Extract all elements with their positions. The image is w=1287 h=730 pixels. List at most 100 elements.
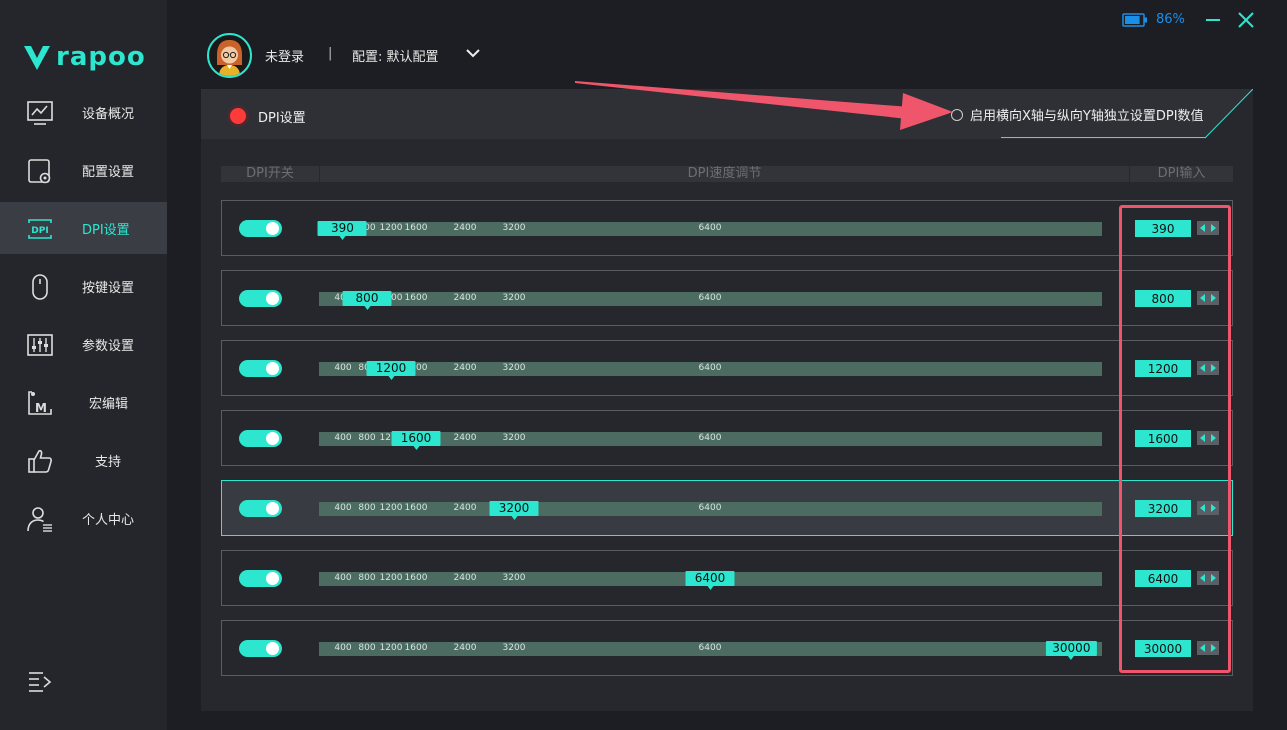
dpi-slider-track[interactable]: 400800120016002400320064006400 [319, 571, 1102, 590]
decrement-arrow-icon[interactable] [1200, 434, 1205, 442]
decrement-arrow-icon[interactable] [1200, 574, 1205, 582]
increment-arrow-icon[interactable] [1211, 294, 1216, 302]
sidebar-item-label: 按键设置 [82, 281, 135, 296]
dpi-enable-toggle[interactable] [239, 500, 282, 517]
dpi-slider-handle[interactable]: 6400 [685, 571, 735, 590]
toggle-knob [266, 642, 279, 655]
dpi-slider-track[interactable]: 40080012001600240032006400800 [319, 291, 1102, 310]
sidebar-item-profile[interactable]: 个人中心 [0, 492, 167, 544]
increment-arrow-icon[interactable] [1211, 434, 1216, 442]
dpi-row[interactable]: 400 800 1200 1600 2400 3200 6400 6400 [221, 550, 1233, 606]
slider-tick-label: 1600 [404, 293, 428, 303]
dpi-stepper[interactable] [1197, 291, 1219, 305]
dpi-stepper[interactable] [1197, 501, 1219, 515]
toggle-knob [266, 502, 279, 515]
independent-xy-label[interactable]: 启用横向X轴与纵向Y轴独立设置DPI数值 [970, 105, 1204, 124]
dpi-enable-toggle[interactable] [239, 430, 282, 447]
increment-arrow-icon[interactable] [1211, 574, 1216, 582]
dpi-slider-track[interactable]: 400800120016002400320064003200 [319, 501, 1102, 520]
decrement-arrow-icon[interactable] [1200, 504, 1205, 512]
avatar[interactable] [207, 33, 252, 78]
dpi-value-input[interactable] [1135, 640, 1191, 657]
dpi-stepper[interactable] [1197, 431, 1219, 445]
header-corner-decoration [1204, 89, 1253, 139]
independent-xy-option[interactable]: 启用横向X轴与纵向Y轴独立设置DPI数值 [951, 105, 1204, 124]
dpi-slider-track[interactable]: 400800120016002400320064001200 [319, 361, 1102, 380]
menu-collapse-icon[interactable] [27, 669, 53, 693]
slider-tick-label: 1200 [379, 643, 403, 653]
slider-tick-label: 800 [358, 503, 376, 513]
dpi-row[interactable]: 400800120016002400320064001200 [221, 340, 1233, 396]
sidebar: rapoo 设备概况 配置设置 DPI DPI设置 按键设置 参数设置 M 宏编… [0, 0, 167, 730]
battery-percent: 86% [1156, 12, 1185, 27]
dpi-slider-handle[interactable]: 3200 [489, 501, 539, 520]
toggle-knob [266, 222, 279, 235]
toggle-knob [266, 432, 279, 445]
sidebar-item-config[interactable]: 配置设置 [0, 144, 167, 196]
dpi-slider-track[interactable]: 400 800 1200 1600 2400 3200 6400 30000 [319, 641, 1102, 660]
slider-tick-label: 800 [358, 433, 376, 443]
sidebar-item-support[interactable]: 支持 [0, 434, 167, 486]
dpi-stepper[interactable] [1197, 361, 1219, 375]
increment-arrow-icon[interactable] [1211, 224, 1216, 232]
login-status[interactable]: 未登录 [265, 46, 304, 65]
slider-tick-label: 400 [334, 573, 352, 583]
dpi-enable-toggle[interactable] [239, 360, 282, 377]
dpi-value-input[interactable] [1135, 290, 1191, 307]
slider-tick-label: 1600 [404, 503, 428, 513]
decrement-arrow-icon[interactable] [1200, 364, 1205, 372]
dpi-stepper[interactable] [1197, 571, 1219, 585]
decrement-arrow-icon[interactable] [1200, 644, 1205, 652]
slider-tick-label: 2400 [453, 293, 477, 303]
dpi-row[interactable]: 40080012001600240032006400390 [221, 200, 1233, 256]
decrement-arrow-icon[interactable] [1200, 294, 1205, 302]
dpi-value-input[interactable] [1135, 360, 1191, 377]
dpi-value-input[interactable] [1135, 220, 1191, 237]
sidebar-item-dpi[interactable]: DPI DPI设置 [0, 202, 167, 254]
slider-tick-label: 1600 [404, 223, 428, 233]
dpi-value-input[interactable] [1135, 570, 1191, 587]
dpi-row[interactable]: 400800120016002400320064001600 [221, 410, 1233, 466]
dpi-slider-handle[interactable]: 390 [317, 221, 367, 240]
column-header-slider: DPI速度调节 [320, 166, 1129, 182]
user-icon [27, 507, 52, 532]
increment-arrow-icon[interactable] [1211, 504, 1216, 512]
dpi-value-input[interactable] [1135, 500, 1191, 517]
dpi-icon: DPI [28, 219, 52, 239]
dpi-enable-toggle[interactable] [239, 640, 282, 657]
dpi-row[interactable]: 400800120016002400320064003200 [221, 480, 1233, 536]
sidebar-item-buttons[interactable]: 按键设置 [0, 260, 167, 312]
chevron-down-icon[interactable] [465, 45, 481, 61]
decrement-arrow-icon[interactable] [1200, 224, 1205, 232]
dpi-slider-handle[interactable]: 800 [342, 291, 392, 310]
dpi-slider-track[interactable]: 400800120016002400320064001600 [319, 431, 1102, 450]
dpi-slider-handle[interactable]: 30000 [1046, 641, 1097, 660]
close-icon[interactable] [1236, 10, 1256, 30]
sidebar-item-label: 参数设置 [82, 339, 135, 354]
toggle-knob [266, 362, 279, 375]
sidebar-item-label: DPI设置 [82, 223, 130, 238]
current-config-label[interactable]: 配置: 默认配置 [352, 46, 439, 65]
minimize-icon[interactable] [1203, 10, 1223, 30]
dpi-row[interactable]: 400 800 1200 1600 2400 3200 6400 30000 [221, 620, 1233, 676]
dpi-row[interactable]: 40080012001600240032006400800 [221, 270, 1233, 326]
dpi-enable-toggle[interactable] [239, 220, 282, 237]
dpi-enable-toggle[interactable] [239, 570, 282, 587]
increment-arrow-icon[interactable] [1211, 644, 1216, 652]
dpi-stepper[interactable] [1197, 221, 1219, 235]
dpi-slider-track[interactable]: 40080012001600240032006400390 [317, 221, 1102, 240]
dpi-stepper[interactable] [1197, 641, 1219, 655]
sidebar-item-macro[interactable]: M 宏编辑 [0, 376, 167, 428]
sidebar-item-params[interactable]: 参数设置 [0, 318, 167, 370]
sidebar-item-overview[interactable]: 设备概况 [0, 86, 167, 138]
increment-arrow-icon[interactable] [1211, 364, 1216, 372]
independent-xy-radio[interactable] [951, 108, 963, 121]
dpi-enable-toggle[interactable] [239, 290, 282, 307]
slider-tick-label: 1200 [379, 573, 403, 583]
slider-tick-label: 800 [358, 573, 376, 583]
dpi-slider-handle[interactable]: 1200 [366, 361, 416, 380]
dpi-slider-handle[interactable]: 1600 [391, 431, 441, 450]
top-bar: 86% 未登录 | 配置: 默认配置 [167, 0, 1287, 90]
dpi-value-input[interactable] [1135, 430, 1191, 447]
slider-tick-label: 1600 [404, 643, 428, 653]
